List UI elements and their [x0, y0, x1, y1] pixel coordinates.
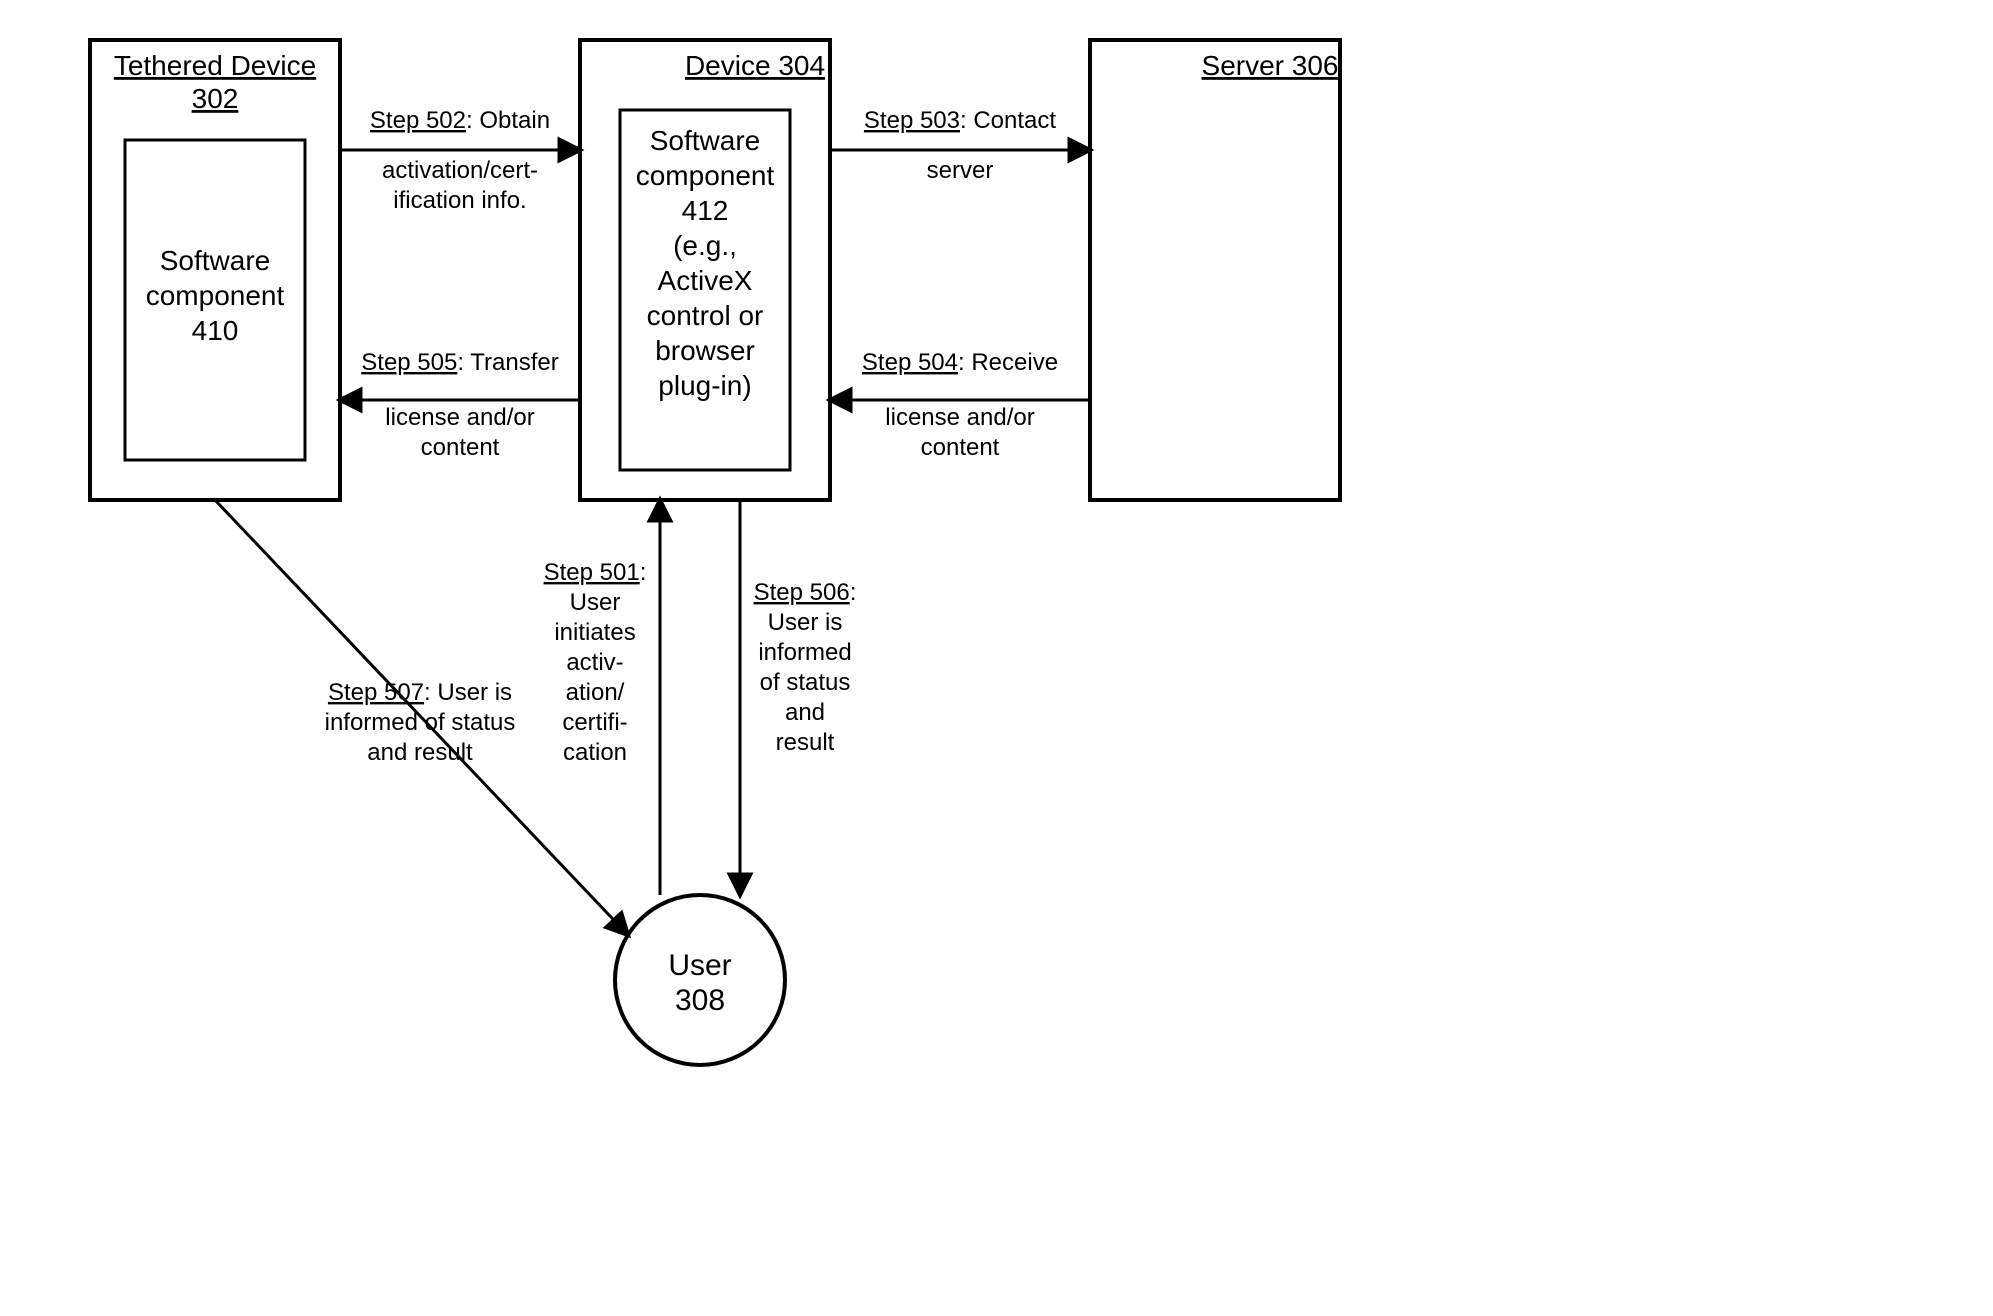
step-503-l1: Step 503: Contact [864, 107, 1056, 134]
step-501-l4: activ- [566, 649, 623, 676]
step-506-l3: informed [758, 639, 851, 666]
step-507-l2: informed of status [325, 709, 516, 736]
tethered-comp-l1: Software [160, 245, 271, 276]
step-502-l2: activation/cert- [382, 157, 538, 184]
step-504-l1: Step 504: Receive [862, 349, 1058, 376]
step-503-arrow: Step 503: Contact server [830, 107, 1090, 184]
tethered-comp-l3: 410 [192, 315, 239, 346]
step-502-l3: ification info. [393, 187, 526, 214]
device-comp-l1: Software [650, 125, 761, 156]
device-comp-l8: plug-in) [658, 370, 751, 401]
server-title: Server 306 [1202, 50, 1339, 81]
device-comp-l4: (e.g., [673, 230, 737, 261]
step-501-arrow: Step 501: User initiates activ- ation/ c… [544, 500, 660, 895]
step-505-l2: license and/or [385, 404, 534, 431]
diagram-canvas: Tethered Device 302 Software component 4… [20, 20, 1500, 1080]
step-506-l6: result [776, 729, 835, 756]
step-506-arrow: Step 506: User is informed of status and… [740, 500, 856, 895]
step-506-l1: Step 506: [754, 579, 857, 606]
step-506-l2: User is [768, 609, 843, 636]
device-comp-l2: component [636, 160, 775, 191]
step-505-l1: Step 505: Transfer [361, 349, 558, 376]
step-501-l5: ation/ [566, 679, 625, 706]
step-501-l6: certifi- [562, 709, 627, 736]
tethered-comp-l2: component [146, 280, 285, 311]
step-505-l3: content [421, 434, 500, 461]
step-506-l5: and [785, 699, 825, 726]
step-504-l2: license and/or [885, 404, 1034, 431]
step-503-l2: server [927, 157, 994, 184]
user-l2: 308 [675, 984, 725, 1017]
step-505-arrow: Step 505: Transfer license and/or conten… [340, 349, 580, 461]
step-504-l3: content [921, 434, 1000, 461]
step-502-arrow: Step 502: Obtain activation/cert- ificat… [340, 107, 580, 214]
tethered-device-box: Tethered Device 302 Software component 4… [90, 40, 340, 500]
device-box: Device 304 Software component 412 (e.g.,… [580, 40, 830, 500]
tethered-title-l1: Tethered Device [114, 50, 316, 81]
step-501-l2: User [570, 589, 621, 616]
step-506-l4: of status [760, 669, 851, 696]
device-title: Device 304 [685, 50, 825, 81]
device-comp-l7: browser [655, 335, 755, 366]
step-502-l1: Step 502: Obtain [370, 107, 550, 134]
step-507-l3: and result [367, 739, 473, 766]
device-comp-l6: control or [647, 300, 764, 331]
tethered-title-l2: 302 [192, 83, 239, 114]
step-501-l7: cation [563, 739, 627, 766]
device-comp-l5: ActiveX [658, 265, 753, 296]
step-507-l1: Step 507: User is [328, 679, 512, 706]
step-501-l1: Step 501: [544, 559, 647, 586]
device-comp-l3: 412 [682, 195, 729, 226]
user-node: User 308 [615, 895, 785, 1065]
step-501-l3: initiates [554, 619, 635, 646]
step-504-arrow: Step 504: Receive license and/or content [830, 349, 1090, 461]
server-box: Server 306 [1090, 40, 1340, 500]
user-l1: User [668, 949, 731, 982]
